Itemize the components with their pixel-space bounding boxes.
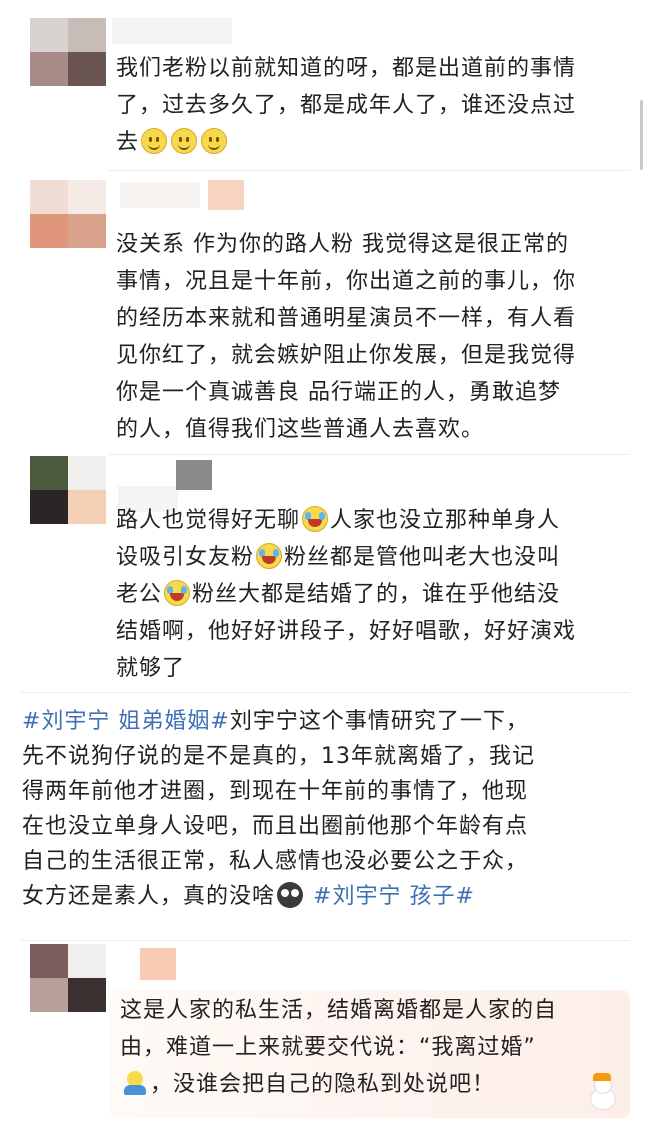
hashtag-link[interactable]: #刘宇宁 孩子# <box>313 884 475 909</box>
username-blurred[interactable] <box>176 460 212 490</box>
smile-icon <box>141 128 168 154</box>
post-text: #刘宇宁 姐弟婚姻#刘宇宁这个事情研究了一下， 先不说狗仔说的是不是真的，13年… <box>22 709 535 909</box>
laugh-cry-icon <box>302 506 329 532</box>
smile-icon <box>171 128 198 154</box>
comment-item: 没关系 作为你的路人粉 我觉得这是很正常的 事情，况且是十年前，你出道之前的事儿… <box>0 172 650 454</box>
shocked-face-icon <box>277 882 304 908</box>
divider <box>20 692 630 693</box>
laugh-cry-icon <box>164 580 191 606</box>
hashtag-link[interactable]: #刘宇宁 姐弟婚姻# <box>22 709 230 734</box>
laugh-cry-icon <box>256 543 283 569</box>
comment-text: 路人也觉得好无聊 人家也没立那种单身人 设吸引女友粉 粉丝都是管他叫老大也没叫 老公… <box>116 506 577 681</box>
avatar[interactable] <box>30 180 106 248</box>
divider <box>20 940 630 941</box>
smile-icon <box>201 128 228 154</box>
comment-feed: 我们老粉以前就知道的呀，都是出道前的事情 了，过去多久了，都是成年人了，谁还没点… <box>0 0 650 1121</box>
post-item: #刘宇宁 姐弟婚姻#刘宇宁这个事情研究了一下， 先不说狗仔说的是不是真的，13年… <box>0 700 650 940</box>
snowman-icon <box>584 1070 618 1110</box>
username-blurred[interactable] <box>140 948 176 980</box>
username-blurred[interactable] <box>208 180 244 210</box>
scrollbar[interactable] <box>640 100 643 170</box>
avatar[interactable] <box>30 18 106 86</box>
comment-item: 路人也觉得好无聊 人家也没立那种单身人 设吸引女友粉 粉丝都是管他叫老大也没叫 老公… <box>0 456 650 690</box>
username-blurred[interactable] <box>120 182 200 208</box>
avatar[interactable] <box>30 456 106 524</box>
divider <box>108 170 630 171</box>
divider <box>108 454 630 455</box>
comment-text: 这是人家的私生活，结婚离婚都是人家的自 由，难道一上来就要交代说：“我离过婚” … <box>120 998 558 1097</box>
avatar[interactable] <box>30 944 106 1012</box>
username-blurred[interactable] <box>112 18 232 44</box>
comment-bubble: 这是人家的私生活，结婚离婚都是人家的自 由，难道一上来就要交代说：“我离过婚” … <box>110 990 630 1118</box>
comment-text: 我们老粉以前就知道的呀，都是出道前的事情 了，过去多久了，都是成年人了，谁还没点… <box>116 56 577 155</box>
comment-text: 没关系 作为你的路人粉 我觉得这是很正常的 事情，况且是十年前，你出道之前的事儿… <box>116 232 577 442</box>
comment-item: 我们老粉以前就知道的呀，都是出道前的事情 了，过去多久了，都是成年人了，谁还没点… <box>0 0 650 170</box>
shrug-icon <box>122 1070 148 1096</box>
